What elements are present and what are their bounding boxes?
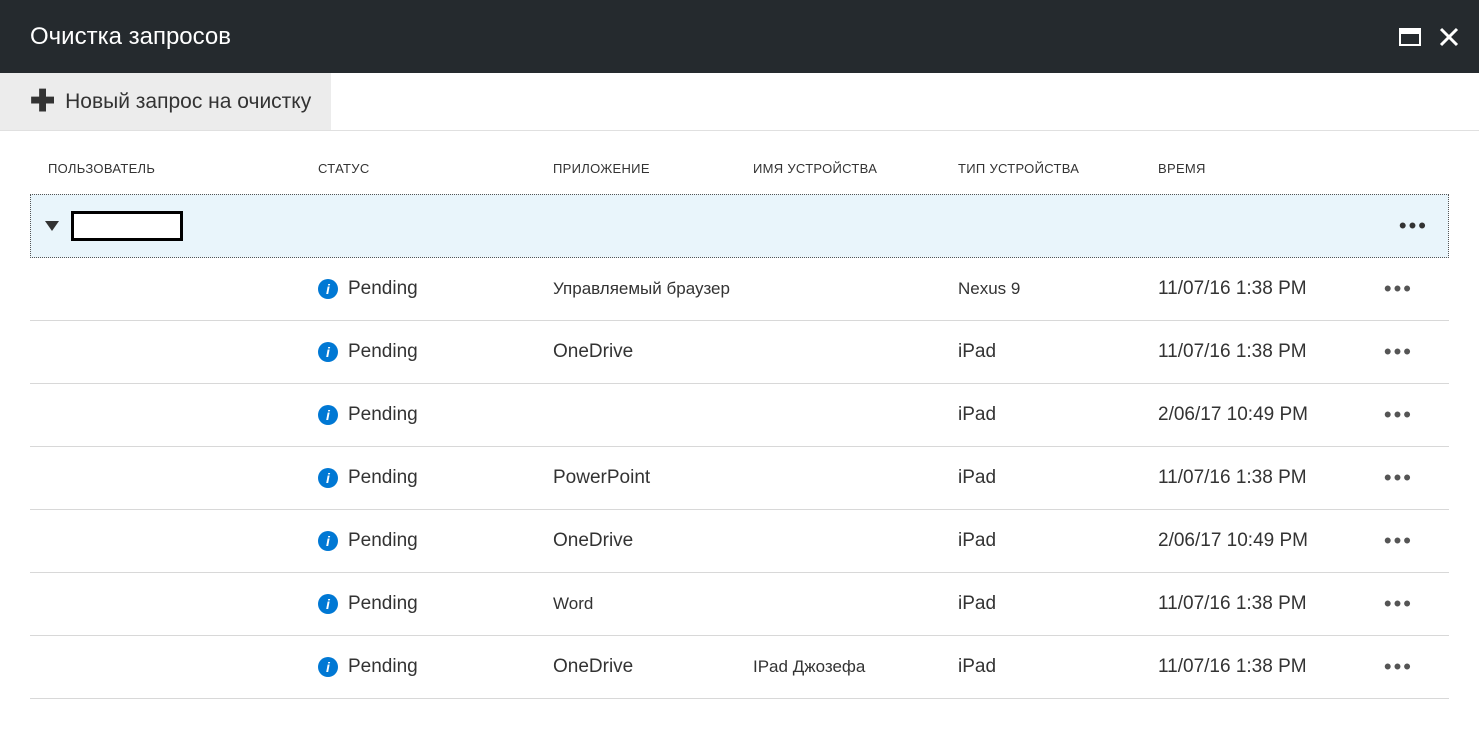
table-row[interactable]: i Pending OneDrive IPad Джозефа iPad 11/… [30,636,1449,699]
row-more-menu[interactable]: ••• [1384,402,1413,427]
status-label: Pending [348,656,418,678]
caret-down-icon[interactable] [45,221,59,231]
time-label: 2/06/17 10:49 PM [1158,404,1363,426]
time-label: 11/07/16 1:38 PM [1158,341,1363,363]
status-label: Pending [348,593,418,615]
column-headers: ПОЛЬЗОВАТЕЛЬ СТАТУС ПРИЛОЖЕНИЕ ИМЯ УСТРО… [30,161,1449,194]
row-more-menu[interactable]: ••• [1384,465,1413,490]
row-more-menu[interactable]: ••• [1384,654,1413,679]
time-label: 11/07/16 1:38 PM [1158,467,1363,489]
col-header-app[interactable]: ПРИЛОЖЕНИЕ [553,161,753,176]
table-row[interactable]: i Pending Управляемый браузер Nexus 9 11… [30,258,1449,321]
group-more-menu[interactable]: ••• [1399,213,1434,239]
row-more-menu[interactable]: ••• [1384,339,1413,364]
new-wipe-request-button[interactable]: ✚ Новый запрос на очистку [0,73,331,130]
device-type-label: Nexus 9 [958,279,1158,299]
device-name-label: IPad Джозефа [753,657,958,677]
app-label: Word [553,594,753,614]
device-type-label: iPad [958,404,1158,426]
row-more-menu[interactable]: ••• [1384,528,1413,553]
col-header-device-name[interactable]: ИМЯ УСТРОЙСТВА [753,161,958,176]
time-label: 11/07/16 1:38 PM [1158,593,1363,615]
info-icon: i [318,342,338,362]
info-icon: i [318,594,338,614]
table-row[interactable]: i Pending iPad 2/06/17 10:49 PM ••• [30,384,1449,447]
table-row[interactable]: i Pending Word iPad 11/07/16 1:38 PM ••• [30,573,1449,636]
time-label: 11/07/16 1:38 PM [1158,656,1363,678]
row-more-menu[interactable]: ••• [1384,276,1413,301]
blade-header: Очистка запросов [0,0,1479,73]
status-label: Pending [348,530,418,552]
close-icon[interactable] [1439,27,1459,47]
device-type-label: iPad [958,656,1158,678]
info-icon: i [318,279,338,299]
status-label: Pending [348,404,418,426]
device-type-label: iPad [958,467,1158,489]
col-header-status[interactable]: СТАТУС [318,161,553,176]
time-label: 2/06/17 10:49 PM [1158,530,1363,552]
col-header-user[interactable]: ПОЛЬЗОВАТЕЛЬ [48,161,318,176]
device-type-label: iPad [958,341,1158,363]
table-rows: i Pending Управляемый браузер Nexus 9 11… [30,258,1449,699]
restore-window-icon[interactable] [1399,28,1421,46]
content: ПОЛЬЗОВАТЕЛЬ СТАТУС ПРИЛОЖЕНИЕ ИМЯ УСТРО… [0,131,1479,699]
blade-title: Очистка запросов [30,23,231,51]
col-header-device-type[interactable]: ТИП УСТРОЙСТВА [958,161,1158,176]
status-label: Pending [348,341,418,363]
info-icon: i [318,531,338,551]
new-wipe-request-label: Новый запрос на очистку [65,90,311,114]
status-label: Pending [348,278,418,300]
time-label: 11/07/16 1:38 PM [1158,278,1363,300]
app-label: OneDrive [553,341,753,363]
user-redacted-box [71,211,183,241]
plus-icon: ✚ [30,87,55,117]
group-row[interactable]: ••• [30,194,1449,258]
table-row[interactable]: i Pending OneDrive iPad 11/07/16 1:38 PM… [30,321,1449,384]
status-label: Pending [348,467,418,489]
row-more-menu[interactable]: ••• [1384,591,1413,616]
app-label: Управляемый браузер [553,279,753,299]
device-type-label: iPad [958,593,1158,615]
table-row[interactable]: i Pending OneDrive iPad 2/06/17 10:49 PM… [30,510,1449,573]
col-header-time[interactable]: ВРЕМЯ [1158,161,1363,176]
device-type-label: iPad [958,530,1158,552]
header-controls [1399,27,1459,47]
app-label: PowerPoint [553,467,753,489]
info-icon: i [318,657,338,677]
info-icon: i [318,405,338,425]
app-label: OneDrive [553,530,753,552]
app-label: OneDrive [553,656,753,678]
info-icon: i [318,468,338,488]
toolbar: ✚ Новый запрос на очистку [0,73,1479,131]
table-row[interactable]: i Pending PowerPoint iPad 11/07/16 1:38 … [30,447,1449,510]
